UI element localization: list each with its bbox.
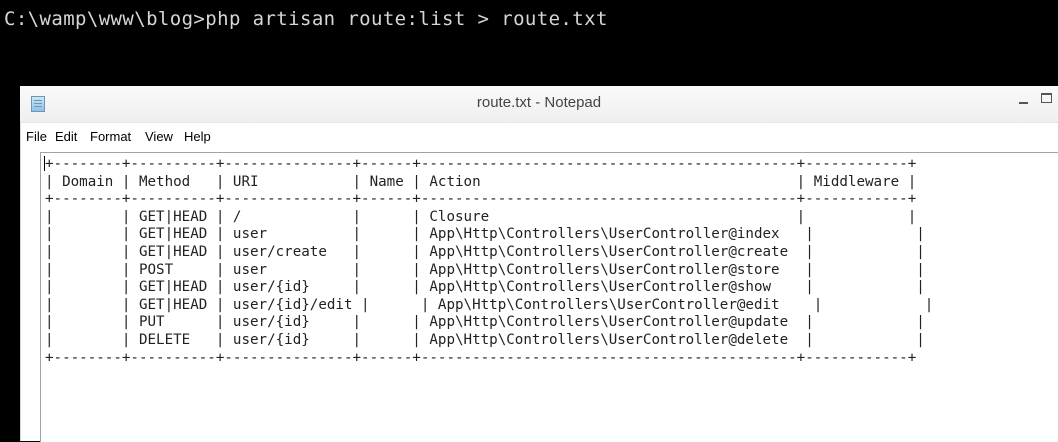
menu-file[interactable]: File (26, 129, 47, 144)
menu-view[interactable]: View (145, 129, 173, 144)
window-title: route.txt - Notepad (476, 94, 602, 111)
window-border (20, 122, 21, 441)
notepad-window[interactable]: route.txt - Notepad File Edit Format Vie… (20, 86, 1058, 442)
editor-content[interactable]: +--------+----------+---------------+---… (45, 156, 933, 367)
console-command-line: C:\wamp\www\blog>php artisan route:list … (4, 8, 608, 30)
text-editor[interactable]: +--------+----------+---------------+---… (40, 152, 1058, 442)
maximize-icon[interactable] (1036, 88, 1058, 112)
menu-help[interactable]: Help (184, 129, 211, 144)
menu-edit[interactable]: Edit (55, 129, 77, 144)
menu-bar: File Edit Format View Help (20, 123, 1058, 147)
minimize-icon[interactable] (1012, 88, 1036, 112)
menu-format[interactable]: Format (90, 129, 131, 144)
notepad-titlebar[interactable]: route.txt - Notepad (20, 86, 1058, 123)
